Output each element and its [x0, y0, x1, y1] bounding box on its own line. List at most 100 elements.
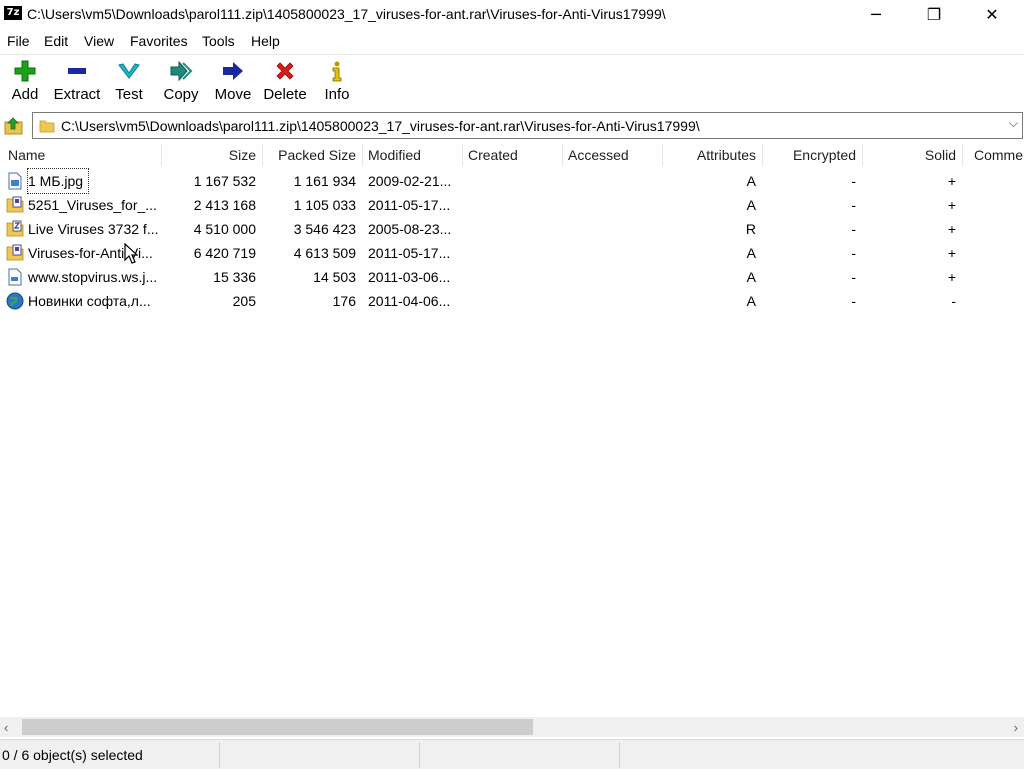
- file-modified: 2005-08-23...: [368, 221, 452, 237]
- rar-archive-icon: [6, 196, 24, 213]
- file-name: 5251_Viruses_for_...: [28, 197, 156, 213]
- x-icon: [276, 62, 294, 80]
- move-button[interactable]: Move: [206, 59, 260, 109]
- file-encrypted: -: [851, 293, 856, 309]
- table-row[interactable]: 5251_Viruses_for_... 2 413 168 1 105 033…: [0, 193, 1024, 217]
- col-name[interactable]: Name: [8, 141, 158, 168]
- file-size: 4 510 000: [193, 221, 256, 237]
- table-row[interactable]: www.stopvirus.ws.j... 15 336 14 503 2011…: [0, 265, 1024, 289]
- menu-edit[interactable]: Edit: [44, 33, 68, 49]
- delete-button[interactable]: Delete: [258, 59, 312, 109]
- scrollbar-thumb[interactable]: [22, 719, 533, 735]
- move-label: Move: [214, 86, 252, 103]
- status-bar: 0 / 6 object(s) selected: [0, 739, 1024, 769]
- menu-favorites[interactable]: Favorites: [130, 33, 188, 49]
- file-modified: 2011-05-17...: [368, 197, 451, 213]
- col-modified[interactable]: Modified: [368, 141, 458, 168]
- maximize-button[interactable]: ❐: [905, 0, 963, 31]
- folder-icon: [39, 120, 55, 133]
- file-attributes: A: [746, 293, 756, 309]
- table-row[interactable]: 1 МБ.jpg 1 167 532 1 161 934 2009-02-21.…: [0, 168, 1024, 194]
- rar-archive-icon: [6, 244, 24, 261]
- double-arrow-icon: [170, 60, 193, 82]
- add-label: Add: [11, 86, 39, 103]
- image-file-icon: [8, 172, 22, 190]
- menu-file[interactable]: File: [7, 33, 30, 49]
- file-size: 205: [232, 293, 256, 309]
- address-path: C:\Users\vm5\Downloads\parol111.zip\1405…: [61, 118, 700, 134]
- menu-bar: File Edit View Favorites Tools Help: [0, 31, 1024, 53]
- file-solid: +: [947, 269, 956, 285]
- column-header: Name Size Packed Size Modified Created A…: [0, 141, 1024, 168]
- address-row: C:\Users\vm5\Downloads\parol111.zip\1405…: [0, 111, 1024, 140]
- file-modified: 2011-04-06...: [368, 293, 451, 309]
- file-solid: +: [947, 197, 956, 213]
- arrow-right-icon: [223, 62, 243, 80]
- globe-link-icon: [6, 292, 24, 310]
- file-encrypted: -: [851, 245, 856, 261]
- mouse-cursor-icon: [124, 243, 138, 264]
- col-encrypted[interactable]: Encrypted: [766, 141, 856, 168]
- col-solid[interactable]: Solid: [866, 141, 956, 168]
- address-field[interactable]: C:\Users\vm5\Downloads\parol111.zip\1405…: [32, 112, 1023, 139]
- info-button[interactable]: Info: [310, 59, 364, 109]
- file-solid: +: [947, 173, 956, 189]
- window-title: C:\Users\vm5\Downloads\parol111.zip\1405…: [27, 6, 666, 22]
- file-packed-size: 176: [332, 293, 356, 309]
- file-attributes: A: [746, 269, 756, 285]
- zip-archive-icon: [6, 220, 24, 237]
- menu-tools[interactable]: Tools: [202, 33, 235, 49]
- file-packed-size: 1 105 033: [293, 197, 356, 213]
- col-comment[interactable]: Comme: [974, 141, 1024, 168]
- title-bar: 7z C:\Users\vm5\Downloads\parol111.zip\1…: [0, 0, 1024, 31]
- up-folder-button[interactable]: [3, 115, 25, 137]
- file-attributes: R: [745, 221, 756, 237]
- file-size: 1 167 532: [193, 173, 256, 189]
- file-modified: 2009-02-21...: [368, 173, 452, 189]
- toolbar: Add Extract Test Copy Move Delete Info: [0, 54, 1024, 110]
- file-name: Новинки софта,л...: [28, 293, 151, 309]
- extract-button[interactable]: Extract: [50, 59, 104, 109]
- check-icon: [118, 63, 140, 79]
- file-name: www.stopvirus.ws.j...: [28, 269, 158, 285]
- file-solid: +: [947, 221, 956, 237]
- file-encrypted: -: [851, 221, 856, 237]
- selection-status: 0 / 6 object(s) selected: [2, 747, 143, 763]
- test-button[interactable]: Test: [102, 59, 156, 109]
- horizontal-scrollbar[interactable]: ‹ ›: [0, 717, 1024, 737]
- col-accessed[interactable]: Accessed: [568, 141, 658, 168]
- file-name: Viruses-for-Anti-Vi...: [28, 245, 153, 261]
- file-solid: +: [947, 245, 956, 261]
- scroll-right-icon[interactable]: ›: [1014, 720, 1018, 735]
- file-encrypted: -: [851, 173, 856, 189]
- menu-view[interactable]: View: [84, 33, 114, 49]
- file-encrypted: -: [851, 269, 856, 285]
- file-list[interactable]: Name Size Packed Size Modified Created A…: [0, 141, 1024, 716]
- table-row[interactable]: Новинки софта,л... 205 176 2011-04-06...…: [0, 289, 1024, 313]
- copy-button[interactable]: Copy: [154, 59, 208, 109]
- add-button[interactable]: Add: [0, 59, 52, 109]
- delete-label: Delete: [263, 86, 307, 103]
- close-button[interactable]: ✕: [963, 0, 1021, 31]
- scroll-left-icon[interactable]: ‹: [4, 720, 8, 735]
- minus-icon: [68, 68, 86, 74]
- document-file-icon: [8, 268, 22, 286]
- col-size[interactable]: Size: [165, 141, 256, 168]
- table-row[interactable]: Live Viruses 3732 f... 4 510 000 3 546 4…: [0, 217, 1024, 241]
- info-icon: [332, 61, 342, 82]
- folder-up-icon: [4, 117, 23, 135]
- col-attributes[interactable]: Attributes: [666, 141, 756, 168]
- table-row[interactable]: Viruses-for-Anti-Vi... 6 420 719 4 613 5…: [0, 241, 1024, 265]
- info-label: Info: [324, 86, 350, 103]
- file-packed-size: 3 546 423: [293, 221, 356, 237]
- file-name: Live Viruses 3732 f...: [28, 221, 158, 237]
- file-packed-size: 4 613 509: [293, 245, 356, 261]
- minimize-button[interactable]: ─: [847, 0, 905, 31]
- file-solid: -: [951, 293, 956, 309]
- chevron-down-icon[interactable]: ⌵: [1009, 116, 1018, 131]
- copy-label: Copy: [163, 86, 199, 103]
- col-created[interactable]: Created: [468, 141, 558, 168]
- menu-help[interactable]: Help: [251, 33, 280, 49]
- app-logo-icon: 7z: [4, 6, 22, 20]
- col-packed-size[interactable]: Packed Size: [266, 141, 356, 168]
